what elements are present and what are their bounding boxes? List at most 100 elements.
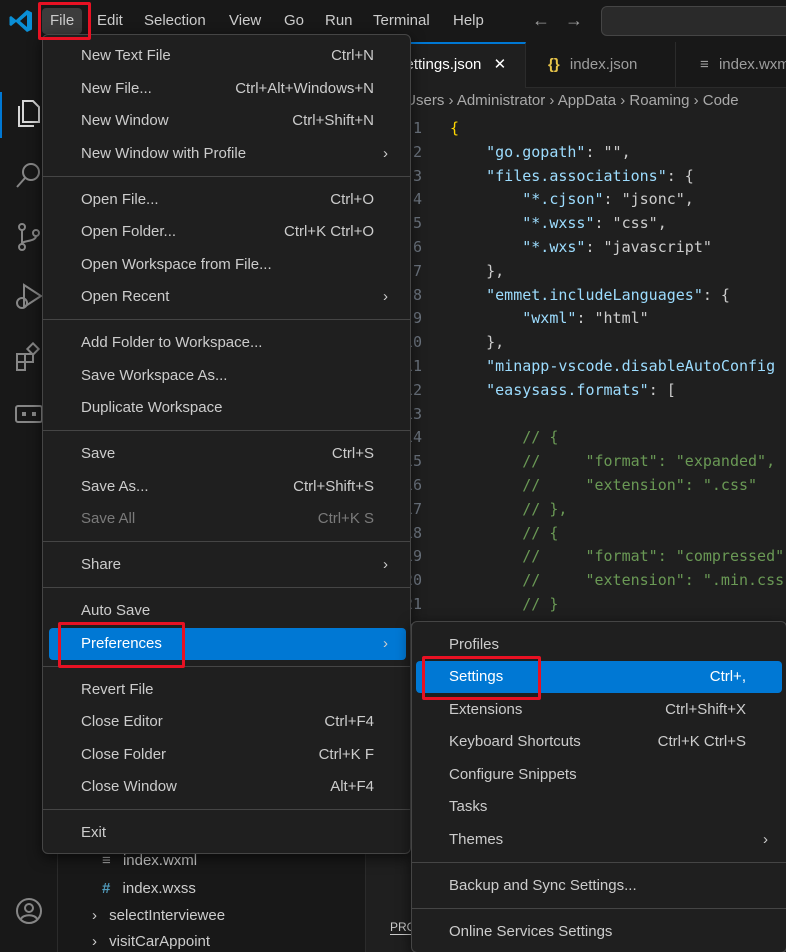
tab-label: index.json: [569, 56, 638, 73]
submenu-item-backup-and-sync[interactable]: Backup and Sync Settings...: [416, 871, 782, 901]
tab-index-json[interactable]: {} index.json: [526, 42, 676, 88]
code-line[interactable]: 5 "*.wxss": "css",: [366, 211, 786, 235]
explorer-icon[interactable]: [14, 98, 44, 128]
menu-item-revert-file[interactable]: Revert File: [49, 675, 406, 705]
menu-item-label: New Text File: [81, 47, 171, 64]
menu-item-save-as[interactable]: Save As... Ctrl+Shift+S: [49, 472, 406, 502]
tree-item-label: index.wxml: [122, 852, 198, 869]
tree-folder-selectinterviewee[interactable]: › selectInterviewee: [92, 907, 225, 924]
chevron-right-icon: ›: [383, 556, 388, 573]
submenu-item-themes[interactable]: Themes ›: [416, 825, 782, 855]
menu-separator: [43, 809, 410, 810]
code-line[interactable]: 10 },: [366, 330, 786, 354]
menu-item-open-folder[interactable]: Open Folder... Ctrl+K Ctrl+O: [49, 217, 406, 247]
menu-selection[interactable]: Selection: [136, 8, 214, 34]
line-content: "*.wxss": "css",: [522, 214, 667, 233]
menu-item-open-file[interactable]: Open File... Ctrl+O: [49, 185, 406, 215]
code-line[interactable]: 16 // "extension": ".css": [366, 473, 786, 497]
back-arrow-icon[interactable]: ←: [532, 10, 550, 31]
code-line[interactable]: 19 // "format": "compressed",: [366, 544, 786, 568]
code-line[interactable]: 11 "minapp-vscode.disableAutoConfig: [366, 354, 786, 378]
code-line[interactable]: 21 // }: [366, 592, 786, 616]
css-file-icon: #: [102, 880, 111, 897]
code-line[interactable]: 12 "easysass.formats": [: [366, 378, 786, 402]
line-content: // {: [450, 523, 559, 542]
menu-view[interactable]: View: [221, 8, 269, 34]
menu-item-exit[interactable]: Exit: [49, 818, 406, 848]
menu-item-label: Backup and Sync Settings...: [449, 877, 637, 894]
remote-explorer-icon[interactable]: [14, 400, 44, 430]
tree-folder-visitcarappoint[interactable]: › visitCarAppoint: [92, 933, 210, 950]
line-content: // "extension": ".min.css": [450, 571, 786, 590]
menu-item-label: Close Window: [81, 778, 177, 795]
menu-item-label: Open File...: [81, 191, 159, 208]
command-center-input[interactable]: [601, 6, 786, 36]
breadcrumb[interactable]: › Users › Administrator › AppData › Roam…: [366, 88, 786, 114]
account-icon[interactable]: [14, 896, 44, 926]
menu-item-shortcut: Ctrl+K F: [318, 746, 374, 763]
chevron-right-icon: ›: [383, 635, 388, 652]
menu-item-open-recent[interactable]: Open Recent ›: [49, 282, 406, 312]
extensions-icon[interactable]: [14, 342, 44, 372]
code-line[interactable]: 3 "files.associations": {: [366, 164, 786, 188]
menu-item-close-folder[interactable]: Close Folder Ctrl+K F: [49, 740, 406, 770]
menu-item-new-window-with-profile[interactable]: New Window with Profile ›: [49, 139, 406, 169]
menu-item-open-workspace-from-file[interactable]: Open Workspace from File...: [49, 250, 406, 280]
submenu-item-online-services-settings[interactable]: Online Services Settings: [416, 917, 782, 947]
annotation-box-preferences: [58, 622, 185, 668]
code-line[interactable]: 13: [366, 402, 786, 426]
menu-item-label: Exit: [81, 824, 107, 841]
menu-help[interactable]: Help: [445, 8, 492, 34]
menu-edit[interactable]: Edit: [89, 8, 131, 34]
menu-item-new-file[interactable]: New File... Ctrl+Alt+Windows+N: [49, 74, 406, 104]
code-line[interactable]: 4 "*.cjson": "jsonc",: [366, 187, 786, 211]
chevron-right-icon: ›: [383, 145, 388, 162]
menu-item-shortcut: Ctrl+Alt+Windows+N: [235, 80, 374, 97]
menu-item-label: Close Folder: [81, 746, 167, 763]
forward-arrow-icon[interactable]: →: [565, 10, 583, 31]
code-line[interactable]: 6 "*.wxs": "javascript": [366, 235, 786, 259]
submenu-item-configure-snippets[interactable]: Configure Snippets: [416, 760, 782, 790]
submenu-item-tasks[interactable]: Tasks: [416, 792, 782, 822]
menu-item-save[interactable]: Save Ctrl+S: [49, 439, 406, 469]
menu-separator: [43, 587, 410, 588]
tab-index-wxml[interactable]: ≡ index.wxml: [676, 42, 786, 88]
menu-item-save-workspace-as[interactable]: Save Workspace As...: [49, 361, 406, 391]
menu-go[interactable]: Go: [276, 8, 312, 34]
run-debug-icon[interactable]: [14, 282, 44, 312]
code-line[interactable]: 20 // "extension": ".min.css": [366, 568, 786, 592]
tree-item-index-wxml[interactable]: ≡ index.wxml: [102, 852, 197, 869]
search-icon[interactable]: [14, 160, 44, 190]
menu-item-shortcut: Ctrl+K Ctrl+O: [283, 223, 374, 240]
menu-item-label: Open Recent: [81, 288, 170, 305]
tree-item-index-wxss[interactable]: # index.wxss: [102, 880, 196, 897]
code-line[interactable]: 9 "wxml": "html": [366, 306, 786, 330]
menu-item-label: New File...: [81, 80, 152, 97]
menu-item-add-folder-to-workspace[interactable]: Add Folder to Workspace...: [49, 328, 406, 358]
menu-item-close-editor[interactable]: Close Editor Ctrl+F4: [49, 707, 406, 737]
line-content: "go.gopath": "",: [486, 142, 631, 161]
code-line[interactable]: 17 // },: [366, 497, 786, 521]
menu-item-new-text-file[interactable]: New Text File Ctrl+N: [49, 41, 406, 71]
submenu-item-keyboard-shortcuts[interactable]: Keyboard Shortcuts Ctrl+K Ctrl+S: [416, 727, 782, 757]
code-line[interactable]: 7 },: [366, 259, 786, 283]
menu-item-new-window[interactable]: New Window Ctrl+Shift+N: [49, 106, 406, 136]
menu-item-duplicate-workspace[interactable]: Duplicate Workspace: [49, 393, 406, 423]
code-line[interactable]: 14 // {: [366, 425, 786, 449]
code-line[interactable]: 2 "go.gopath": "",: [366, 140, 786, 164]
line-content: // }: [450, 595, 559, 613]
code-line[interactable]: 15 // "format": "expanded",: [366, 449, 786, 473]
menu-item-close-window[interactable]: Close Window Alt+F4: [49, 772, 406, 802]
code-line[interactable]: 18 // {: [366, 521, 786, 545]
menu-run[interactable]: Run: [317, 8, 361, 34]
menu-terminal[interactable]: Terminal: [365, 8, 438, 34]
code-line[interactable]: 1{: [366, 116, 786, 140]
tree-item-label: index.wxss: [122, 880, 196, 897]
close-icon[interactable]: ✕: [494, 56, 507, 73]
line-content: },: [450, 333, 505, 352]
code-line[interactable]: 8 "emmet.includeLanguages": {: [366, 283, 786, 307]
menu-item-share[interactable]: Share ›: [49, 550, 406, 580]
source-control-icon[interactable]: [14, 222, 44, 252]
menu-item-label: New Window: [81, 112, 169, 129]
line-content: // "format": "expanded",: [450, 452, 776, 471]
